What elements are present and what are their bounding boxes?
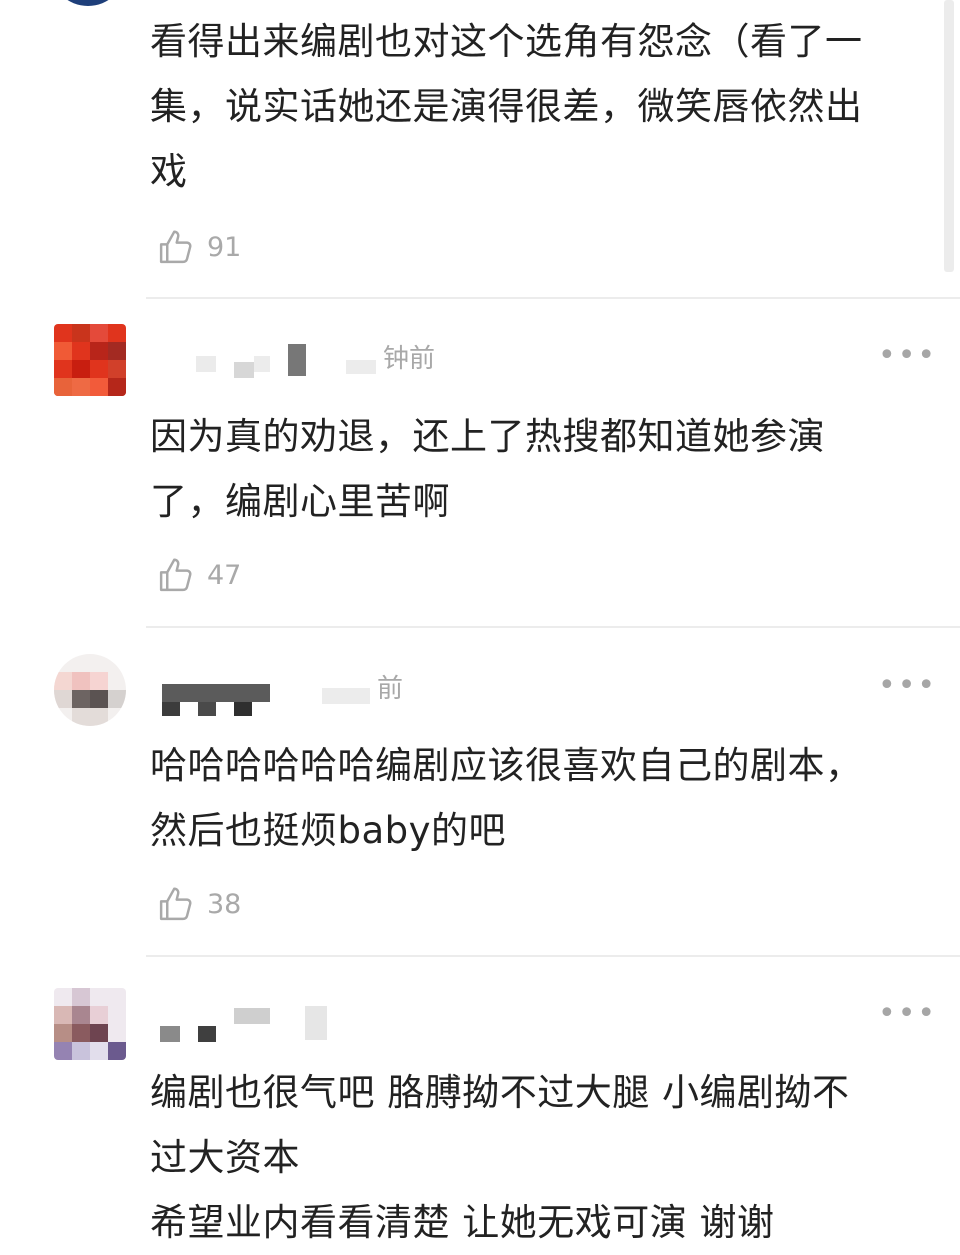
more-dots-icon: ••• <box>878 338 938 373</box>
like-button[interactable]: 47 <box>155 554 241 596</box>
divider <box>146 626 960 628</box>
more-options-button[interactable]: ••• <box>878 671 937 701</box>
more-options-button[interactable]: ••• <box>878 999 937 1029</box>
username[interactable] <box>196 344 386 378</box>
username[interactable] <box>160 1006 340 1042</box>
more-dots-icon: ••• <box>878 668 938 703</box>
avatar[interactable] <box>54 654 126 726</box>
username[interactable] <box>162 682 372 716</box>
like-count: 47 <box>207 559 242 591</box>
scrollbar[interactable] <box>944 0 954 272</box>
like-button[interactable]: 38 <box>155 883 241 925</box>
like-count: 91 <box>207 231 242 263</box>
comment-text: 编剧也很气吧 胳膊拗不过大腿 小编剧拗不 过大资本 希望业内看看清楚 让她无戏可… <box>150 1071 850 1244</box>
divider <box>146 955 960 957</box>
comment-text: 看得出来编剧也对这个选角有怨念（看了一 集，说实话她还是演得很差，微笑唇依然出 … <box>150 20 863 193</box>
comment-time: 钟前 <box>383 344 436 374</box>
thumbs-up-icon <box>159 887 192 921</box>
more-options-button[interactable]: ••• <box>878 341 937 371</box>
thumbs-up-icon <box>159 558 192 592</box>
comment-time: 前 <box>377 674 404 704</box>
comment-text: 因为真的劝退，还上了热搜都知道她参演 了，编剧心里苦啊 <box>150 415 825 523</box>
avatar[interactable] <box>54 324 126 396</box>
like-count: 38 <box>207 888 242 920</box>
more-dots-icon: ••• <box>878 996 938 1031</box>
like-button[interactable]: 91 <box>155 226 241 268</box>
avatar[interactable] <box>54 988 126 1060</box>
thumbs-up-icon <box>159 230 192 264</box>
divider <box>146 297 960 299</box>
avatar[interactable] <box>50 0 126 6</box>
comment-text: 哈哈哈哈哈哈编剧应该很喜欢自己的剧本， 然后也挺烦baby的吧 <box>150 744 863 852</box>
